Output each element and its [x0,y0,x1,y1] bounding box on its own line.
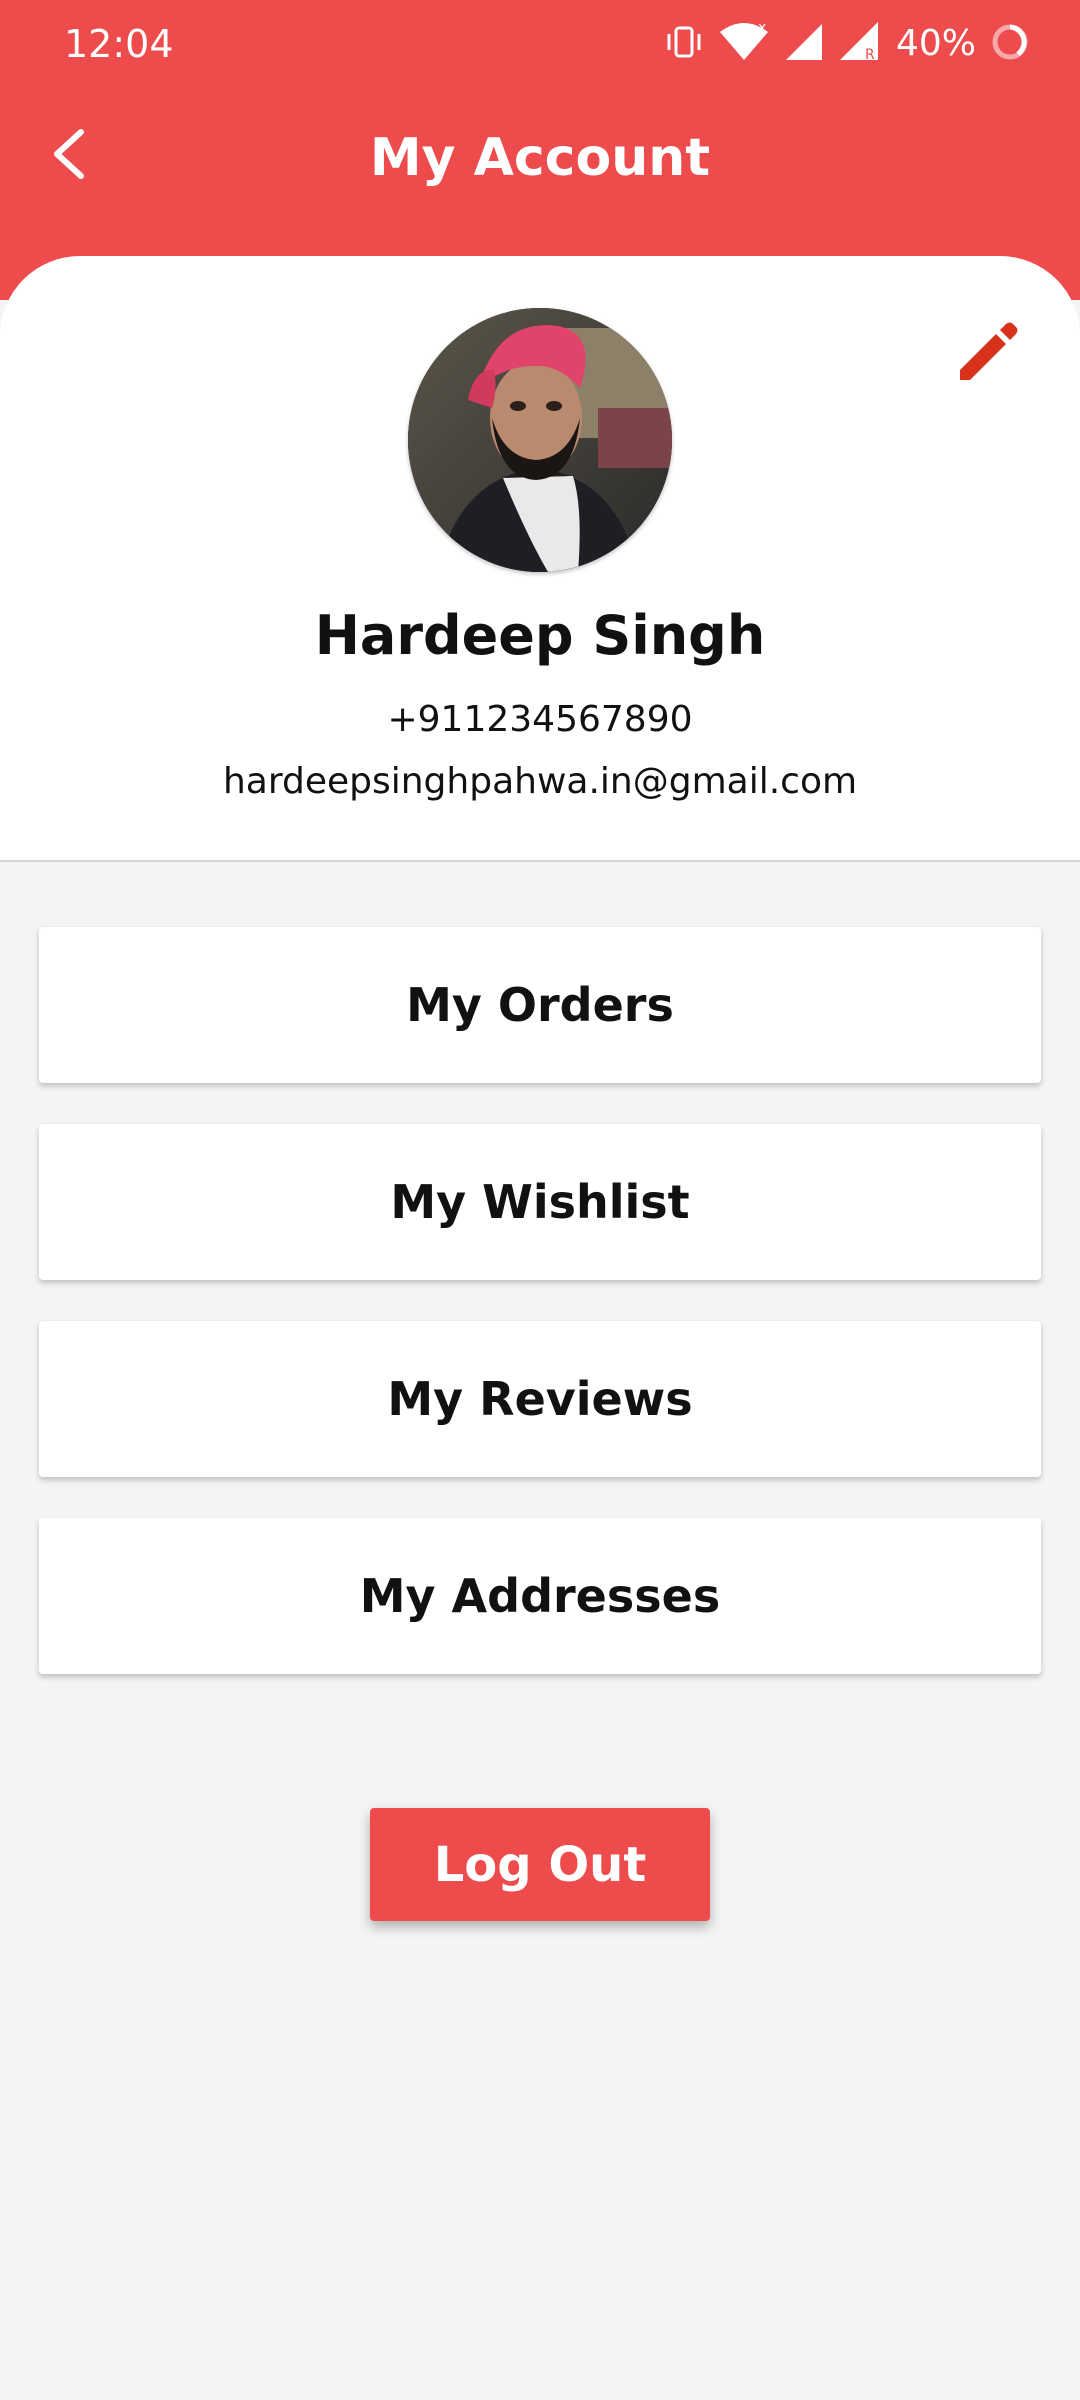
my-reviews-button[interactable]: My Reviews [39,1321,1041,1477]
app-bar: My Account [0,110,1080,230]
my-addresses-button[interactable]: My Addresses [39,1518,1041,1674]
profile-card: Hardeep Singh +911234567890 hardeepsingh… [0,256,1080,862]
my-wishlist-button[interactable]: My Wishlist [39,1124,1041,1280]
profile-name: Hardeep Singh [314,604,766,667]
profile-phone: +911234567890 [387,699,693,740]
svg-text:R: R [865,47,875,63]
svg-text:x: x [758,20,766,36]
status-icons: x R 40% [664,18,1030,70]
battery-percent: 40% [895,23,976,64]
menu-item-label: My Orders [406,978,674,1032]
menu-item-label: My Addresses [359,1569,721,1623]
my-orders-button[interactable]: My Orders [39,927,1041,1083]
battery-ring-icon [990,22,1030,66]
avatar [408,308,672,572]
logout-button[interactable]: Log Out [370,1808,710,1921]
signal-roaming-icon: R [838,20,882,68]
menu-item-label: My Wishlist [390,1175,690,1229]
logout-label: Log Out [433,1836,647,1893]
profile-email: hardeepsinghpahwa.in@gmail.com [222,761,858,802]
page-title: My Account [369,128,711,188]
status-bar: 12:04 x R 40% [0,0,1080,90]
menu-item-label: My Reviews [387,1372,693,1426]
pencil-icon [950,322,1022,390]
wifi-icon: x [718,20,770,68]
edit-profile-button[interactable] [950,314,1022,386]
signal-icon [784,22,824,66]
status-time: 12:04 [64,22,174,66]
vibrate-icon [664,22,704,66]
